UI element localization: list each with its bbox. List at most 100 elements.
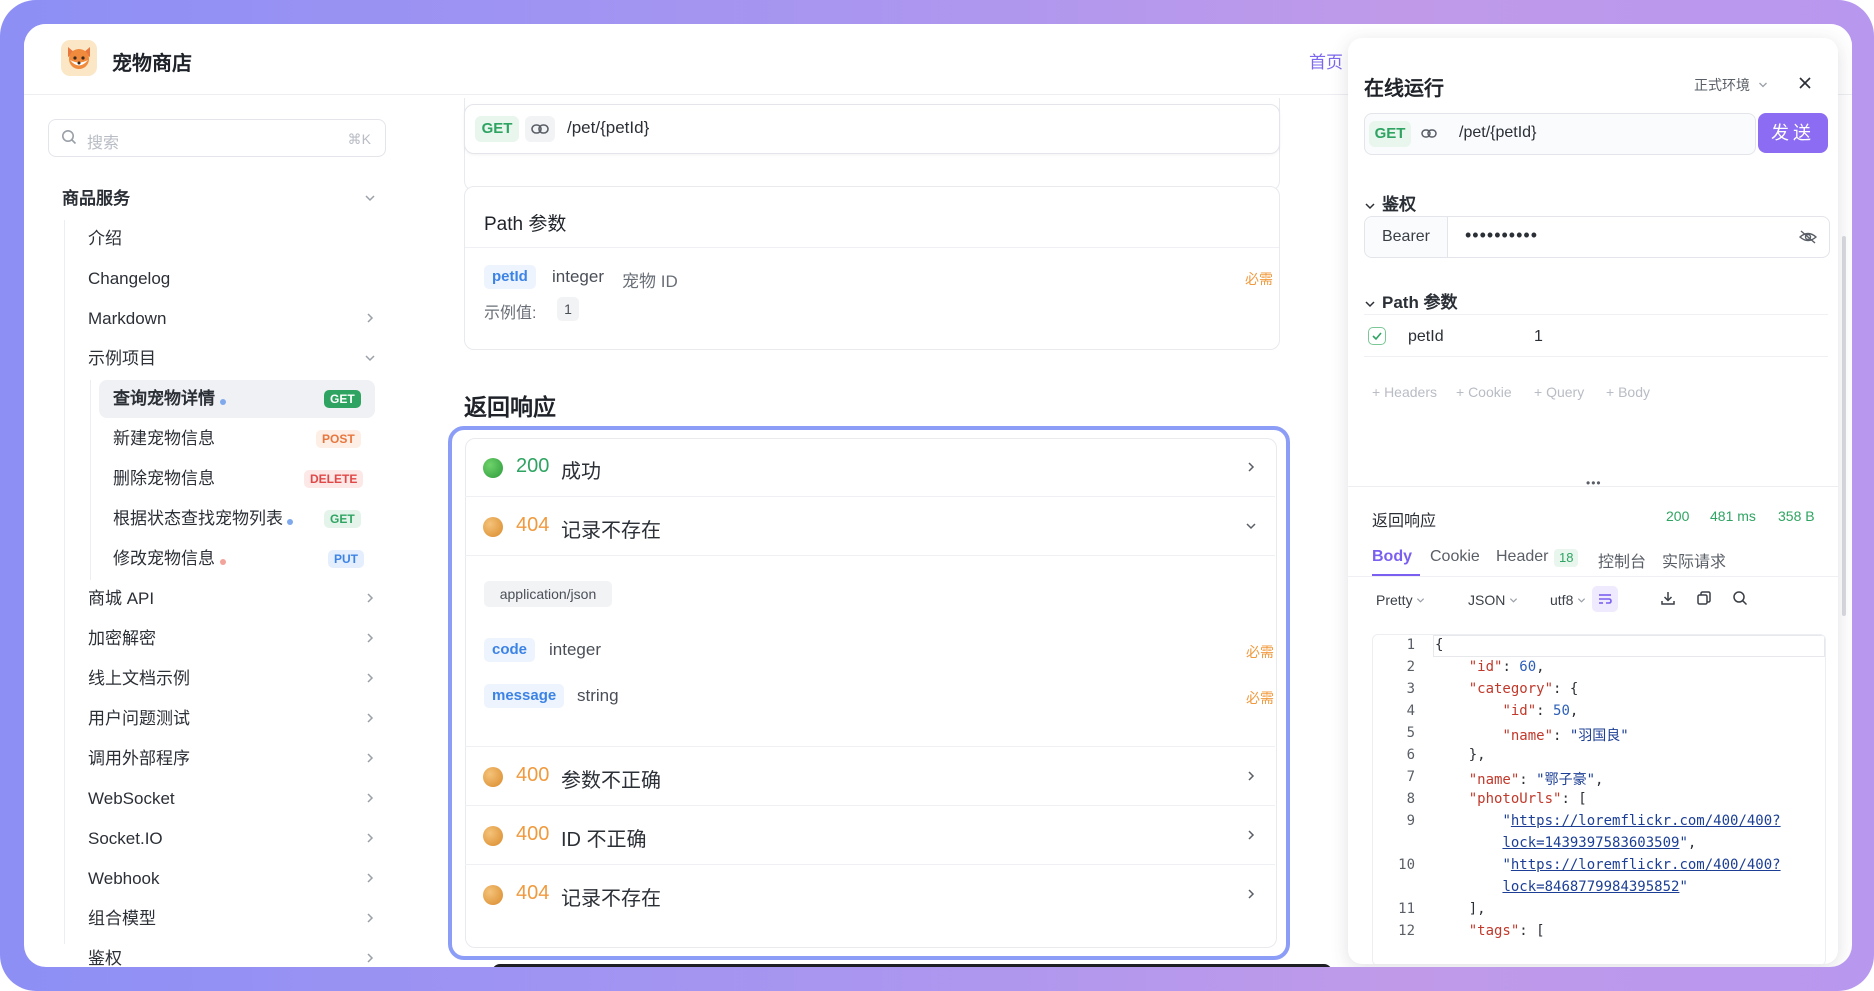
code-line: "name": "羽国良" [1502,728,1629,744]
sidebar-item-composite-model[interactable]: 组合模型 [88,900,378,938]
encoding-label: utf8 [1550,592,1574,608]
chevron-down-icon [1578,598,1586,603]
request-path: /pet/{petId} [1459,124,1537,141]
divider [1364,314,1828,315]
encoding-select[interactable]: utf8 [1550,592,1586,608]
json-key: "name" [1502,728,1554,744]
add-query-button[interactable]: + Query [1534,384,1584,400]
sidebar-item-label: 加密解密 [88,629,156,648]
response-400-id[interactable]: 400 ID 不正确 [465,806,1275,865]
send-button[interactable]: 发送 [1758,113,1828,153]
response-200[interactable]: 200 成功 [465,438,1275,497]
copy-icon[interactable] [1696,590,1712,611]
path-params-card: Path 参数 petId integer 宠物 ID 必需 示例值: 1 [464,186,1280,350]
response-text: 成功 [561,461,601,483]
app-window: 宠物商店 首页 搜索 ⌘K 商品服务 介绍 Changelog Markdown… [24,24,1852,967]
sidebar-item-changelog[interactable]: Changelog [88,260,378,298]
response-body-code[interactable]: 1 { 2 "id": 60, 3 "category": { 4 "id": … [1372,634,1826,964]
json-punct: }, [1468,747,1486,763]
json-url-link[interactable]: https://loremflickr.com/400/400? [1511,857,1781,873]
pretty-select[interactable]: Pretty [1376,592,1425,608]
env-select[interactable]: 正式环境 [1694,75,1768,95]
json-url-link[interactable]: lock=8468779984395852 [1502,879,1679,895]
eye-off-icon[interactable] [1798,229,1818,250]
tab-body[interactable]: Body [1372,548,1412,566]
online-run-panel: 在线运行 正式环境 GET /pet/{petId} 发送 鉴权 Bearer … [1348,38,1838,964]
divider [1348,576,1838,577]
success-dot-icon [483,458,503,478]
sidebar-item-markdown[interactable]: Markdown [88,300,378,338]
auth-title: 鉴权 [1382,195,1416,214]
sidebar-item-label: WebSocket [88,789,175,808]
endpoint-url-bar: GET /pet/{petId} [464,104,1280,154]
wrap-lines-icon[interactable] [1592,586,1618,612]
sidebar-item-websocket[interactable]: WebSocket [88,780,378,818]
fox-logo-icon[interactable] [61,40,97,76]
format-label: JSON [1468,592,1506,608]
sidebar-item-intro[interactable]: 介绍 [88,220,378,258]
method-tag[interactable]: GET [1369,121,1411,147]
response-404-expanded[interactable]: 404 记录不存在 [465,497,1275,556]
field-type: integer [549,640,601,659]
download-icon[interactable] [1660,590,1676,611]
method-badge-put: PUT [328,550,364,568]
tab-actual-request[interactable]: 实际请求 [1662,548,1726,572]
sidebar-item-socketio[interactable]: Socket.IO [88,820,378,858]
sidebar-item-example-project[interactable]: 示例项目 [88,340,378,378]
sidebar-item-label: Changelog [88,269,171,288]
brand-name[interactable]: 宠物商店 [112,47,192,76]
sidebar-item-user-issue-test[interactable]: 用户问题测试 [88,700,378,738]
response-400-params[interactable]: 400 参数不正确 [465,747,1275,806]
sidebar-item-mall-api[interactable]: 商城 API [88,580,378,618]
sidebar-item-label: 商城 API [88,589,155,608]
chevron-down-icon [1245,519,1257,537]
responses-title: 返回响应 [464,394,556,420]
sidebar-group-goods-service[interactable]: 商品服务 [62,180,378,218]
link-icon[interactable] [525,116,555,142]
chevron-right-icon [362,940,378,967]
sidebar-item-auth[interactable]: 鉴权 [88,940,378,967]
tab-cookie[interactable]: Cookie [1430,548,1480,566]
json-key: "id" [1468,659,1503,675]
search-input[interactable]: 搜索 ⌘K [48,119,386,157]
tab-header[interactable]: Header [1496,548,1548,566]
drag-handle-icon[interactable]: ••• [1586,476,1602,490]
scrollbar[interactable] [1842,236,1846,616]
response-code: 404 [516,882,550,904]
param-name-badge: petId [484,265,536,289]
auth-type-select[interactable]: Bearer [1365,217,1448,257]
auth-field[interactable]: Bearer •••••••••• [1364,216,1830,258]
tab-console[interactable]: 控制台 [1598,548,1646,572]
sidebar-item-label: 组合模型 [88,909,156,928]
json-url-link[interactable]: lock=1439397583603509 [1502,835,1679,851]
close-icon[interactable] [1798,76,1812,95]
auth-token-value[interactable]: •••••••••• [1465,225,1538,246]
code-line: "tags": [ [1468,923,1545,939]
json-url-link[interactable]: https://loremflickr.com/400/400? [1511,813,1781,829]
search-icon [61,129,77,150]
sidebar-item-label: 线上文档示例 [88,669,190,688]
content-type-badge: application/json [484,581,612,607]
warning-dot-icon [483,767,503,787]
add-body-button[interactable]: + Body [1606,384,1650,400]
param-value-input[interactable]: 1 [1534,328,1543,346]
json-key: "category" [1468,681,1554,697]
add-cookie-button[interactable]: + Cookie [1456,384,1512,400]
sidebar-item-encrypt-decrypt[interactable]: 加密解密 [88,620,378,658]
request-url-input[interactable]: GET /pet/{petId} [1364,113,1756,155]
format-select[interactable]: JSON [1468,592,1518,608]
path-params-section-header[interactable]: Path 参数 [1364,288,1458,313]
sidebar-item-online-docs[interactable]: 线上文档示例 [88,660,378,698]
search-icon[interactable] [1732,590,1748,611]
sidebar-item-webhook[interactable]: Webhook [88,860,378,898]
required-label: 必需 [1246,644,1274,660]
nav-home-link[interactable]: 首页 [1309,48,1343,73]
add-headers-button[interactable]: + Headers [1372,384,1437,400]
param-checkbox[interactable] [1368,327,1386,345]
response-404-notfound[interactable]: 404 记录不存在 [465,865,1275,923]
sidebar-item-external-program[interactable]: 调用外部程序 [88,740,378,778]
code-line: { [1435,637,1444,653]
auth-section-header[interactable]: 鉴权 [1364,190,1416,215]
link-icon[interactable] [1417,121,1443,147]
line-number: 8 [1406,791,1415,807]
